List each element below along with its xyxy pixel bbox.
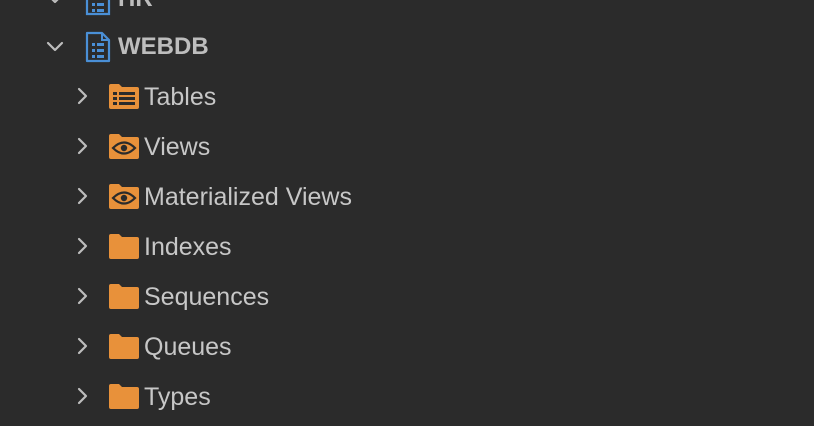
- tree-node-label: Indexes: [144, 233, 232, 261]
- tree-node-label: Types: [144, 383, 211, 411]
- tree-node-label: Sequences: [144, 283, 270, 311]
- tree-node-tables[interactable]: Tables: [0, 72, 814, 122]
- chevron-down-icon[interactable]: [44, 36, 66, 58]
- database-schema-icon: [85, 31, 111, 63]
- database-schema-icon: [85, 0, 111, 16]
- views-folder-icon: [108, 133, 140, 161]
- tree-node-label: Views: [144, 133, 211, 161]
- tree-node-views[interactable]: Views: [0, 122, 814, 172]
- folder-icon: [108, 283, 140, 311]
- chevron-right-icon[interactable]: [72, 385, 94, 407]
- chevron-right-icon[interactable]: [72, 185, 94, 207]
- folder-icon: [108, 383, 140, 411]
- tree-node-types[interactable]: Types: [0, 372, 814, 422]
- tables-folder-icon: [108, 83, 140, 111]
- folder-icon: [108, 333, 140, 361]
- tree-node-label: Tables: [144, 83, 217, 111]
- schema-label: WEBDB: [118, 33, 209, 60]
- chevron-right-icon[interactable]: [72, 285, 94, 307]
- materialized-views-folder-icon: [108, 183, 140, 211]
- chevron-down-icon[interactable]: [44, 0, 66, 10]
- tree-node-queues[interactable]: Queues: [0, 322, 814, 372]
- folder-icon: [108, 233, 140, 261]
- tree-node-label: Queues: [144, 333, 232, 361]
- tree-node-label: Materialized Views: [144, 183, 352, 211]
- tree-node-hr[interactable]: HR: [0, 0, 814, 24]
- tree-node-sequences[interactable]: Sequences: [0, 272, 814, 322]
- chevron-right-icon[interactable]: [72, 85, 94, 107]
- tree-node-label: HR: [118, 0, 153, 14]
- chevron-right-icon[interactable]: [72, 135, 94, 157]
- chevron-right-icon[interactable]: [72, 335, 94, 357]
- tree-node-webdb[interactable]: WEBDB: [0, 22, 814, 72]
- object-tree: HR WEBDB: [0, 0, 814, 426]
- tree-node-indexes[interactable]: Indexes: [0, 222, 814, 272]
- chevron-right-icon[interactable]: [72, 235, 94, 257]
- tree-node-materialized-views[interactable]: Materialized Views: [0, 172, 814, 222]
